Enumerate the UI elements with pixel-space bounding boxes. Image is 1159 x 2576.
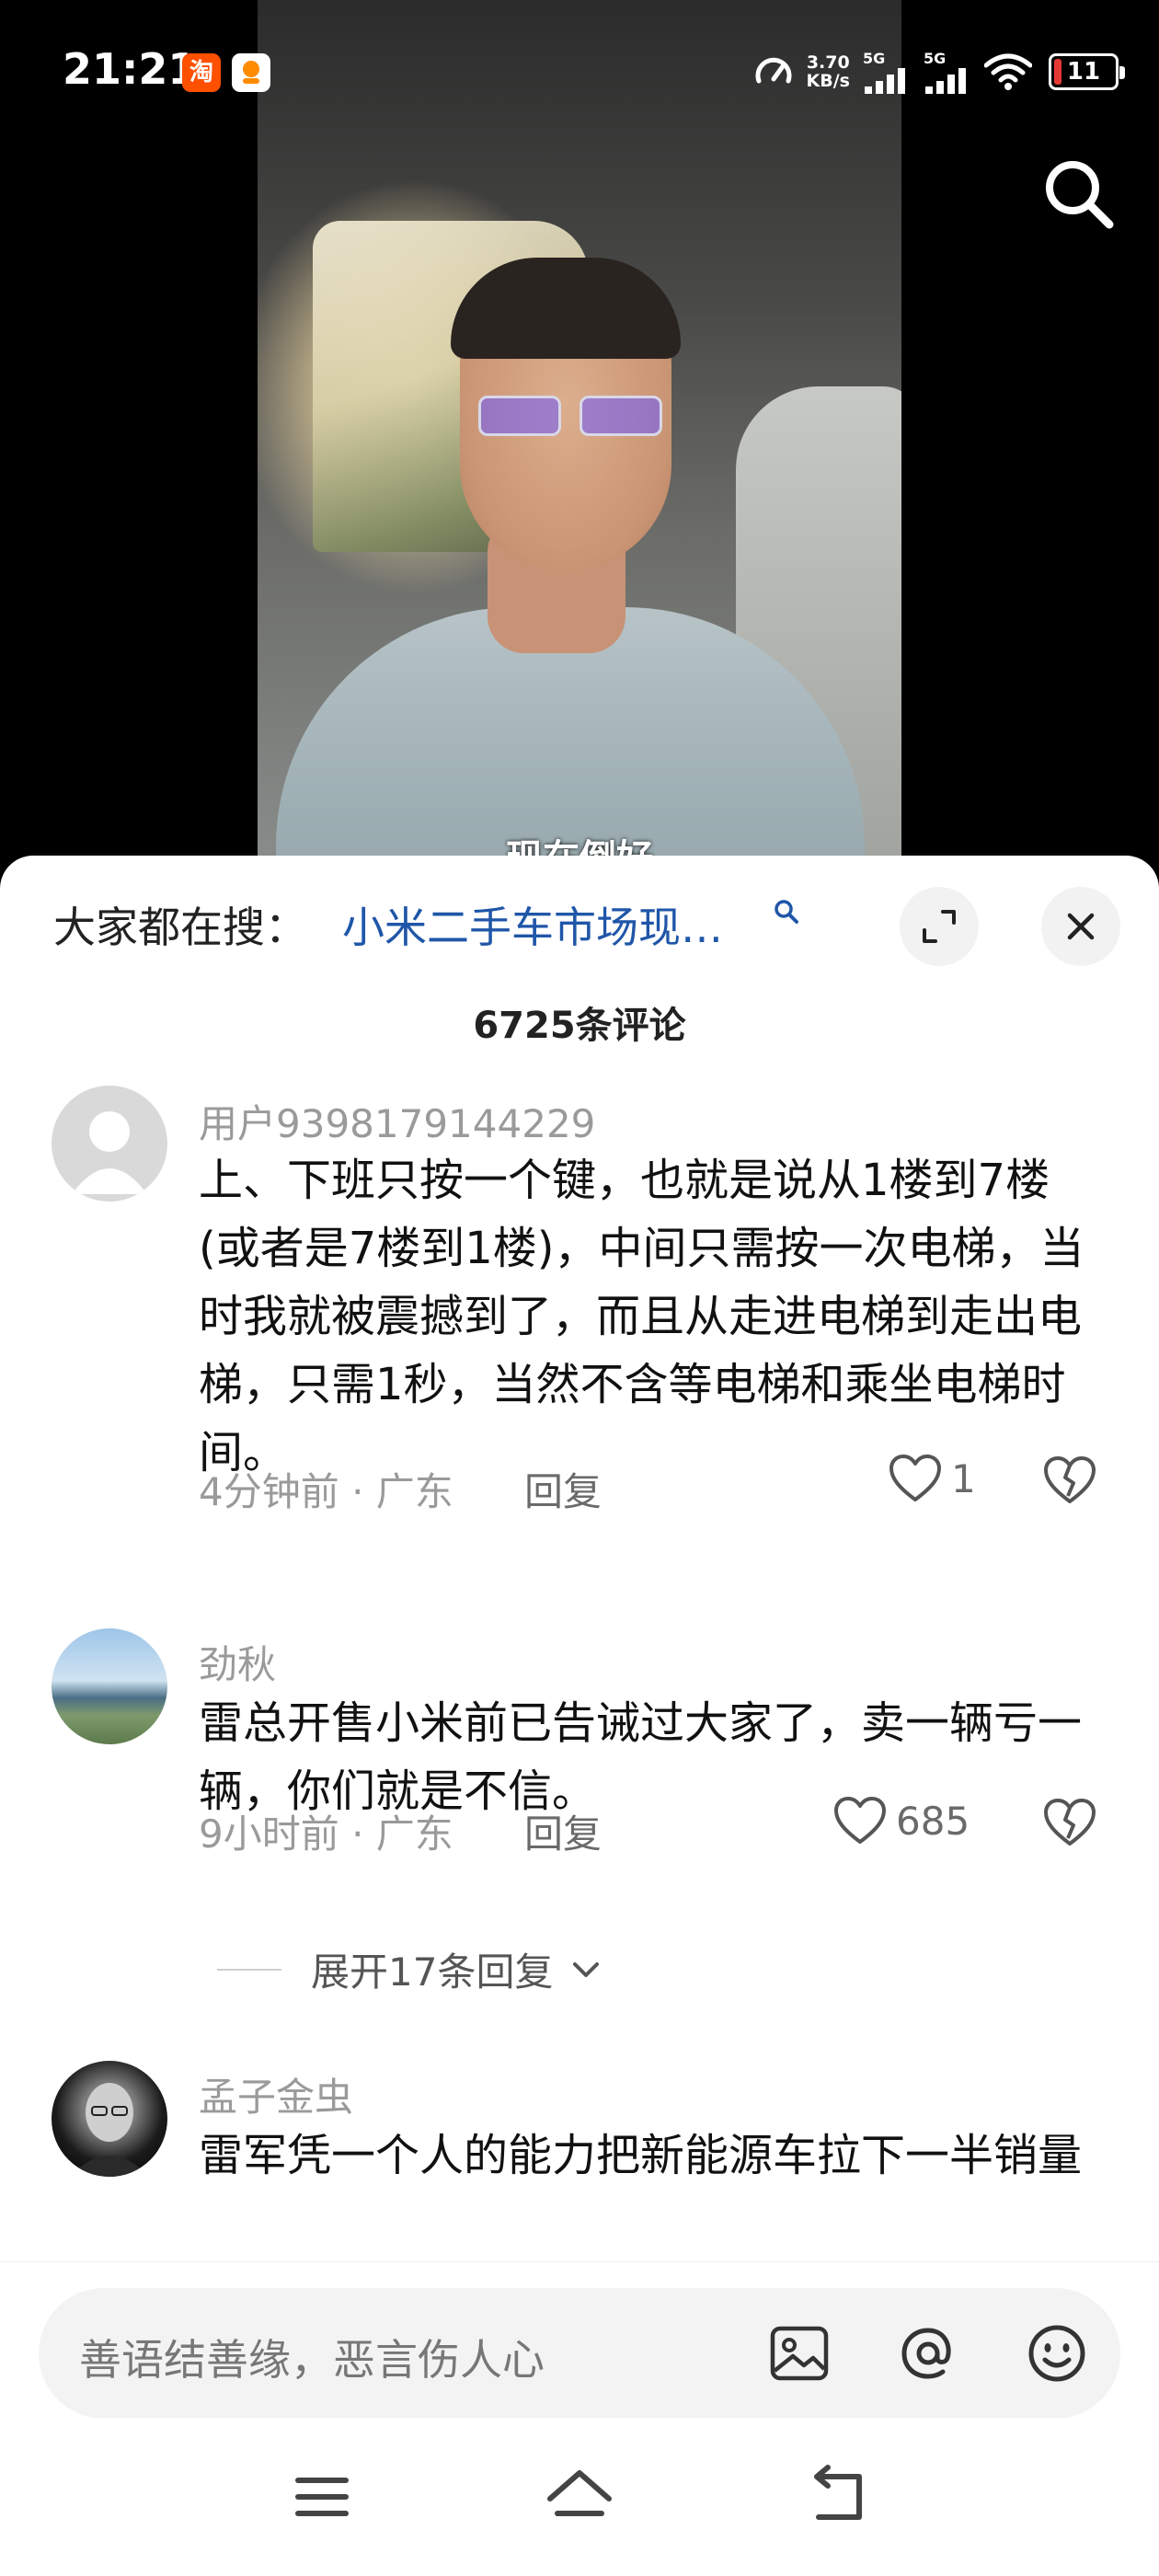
search-icon[interactable] [1039, 155, 1117, 232]
heart-icon [834, 1797, 886, 1844]
comment-count: 6725条评论 [473, 1005, 686, 1047]
trending-search-label: 大家都在搜： [53, 903, 307, 952]
comment-text: 雷军凭一个人的能力把新能源车拉下一半销量 [199, 2130, 1083, 2181]
status-indicators: 3.70 KB/s 5G 5G 11 [753, 46, 1125, 98]
system-navigation-bar [0, 2418, 1159, 2576]
expand-icon [923, 910, 956, 943]
expand-replies-label: 展开17条回复 [311, 1949, 554, 1995]
dislike-icon[interactable] [1043, 1454, 1096, 1507]
close-button[interactable] [1041, 887, 1120, 966]
avatar[interactable] [52, 1628, 167, 1744]
net-speed: 3.70 KB/s [807, 53, 850, 90]
sim1-signal-icon: 5G [863, 50, 911, 94]
comment-input[interactable]: 善语结善缘，恶言伤人心 [39, 2288, 1120, 2419]
dislike-icon[interactable] [1043, 1796, 1096, 1849]
battery-icon: 11 [1049, 53, 1125, 90]
status-bar: 21:21 淘 3.70 KB/s 5G 5G 11 [0, 0, 1159, 138]
comment-input-placeholder: 善语结善缘，恶言伤人心 [79, 2335, 545, 2385]
sim2-label: 5G [924, 50, 947, 67]
expand-sheet-button[interactable] [900, 887, 979, 966]
comment-username[interactable]: 孟子金虫 [199, 2066, 353, 2122]
avatar[interactable] [52, 2061, 167, 2177]
taobao-app-icon: 淘 [182, 53, 221, 92]
like-button[interactable]: 685 [833, 1796, 970, 1846]
comment-input-bar: 善语结善缘，恶言伤人心 [0, 2261, 1159, 2419]
image-icon[interactable] [765, 2319, 833, 2387]
comment-meta: 4分钟前 · 广东 [199, 1469, 453, 1514]
orange-app-icon [232, 53, 270, 92]
reply-button[interactable]: 回复 [524, 1461, 602, 1517]
video-person-glasses [478, 396, 662, 436]
comment-text: 上、下班只按一个键，也就是说从1楼到7楼(或者是7楼到1楼)，中间只需按一次电梯… [199, 1155, 1084, 1478]
expand-replies-button[interactable]: 展开17条回复 [217, 1941, 602, 1997]
avatar[interactable] [52, 1086, 167, 1202]
comment-username[interactable]: 劲秋 [199, 1634, 276, 1690]
heart-icon [889, 1455, 941, 1501]
like-count: 685 [896, 1798, 970, 1844]
sim1-label: 5G [863, 50, 886, 67]
expand-replies-divider [217, 1968, 281, 1971]
menu-icon[interactable] [285, 2460, 359, 2534]
like-count: 1 [951, 1455, 976, 1501]
close-icon [1067, 913, 1095, 940]
comment-meta: 9小时前 · 广东 [199, 1811, 453, 1857]
battery-level: 11 [1066, 58, 1101, 86]
net-speed-value: 3.70 [806, 52, 850, 73]
comment-username[interactable]: 用户9398179144229 [199, 1093, 595, 1149]
like-button[interactable]: 1 [889, 1454, 976, 1503]
emoji-icon[interactable] [1023, 2319, 1091, 2387]
chevron-down-icon [573, 1961, 600, 1977]
wifi-icon [984, 53, 1032, 90]
at-mention-icon[interactable] [894, 2319, 962, 2387]
sim2-signal-icon: 5G [924, 50, 971, 94]
search-icon[interactable] [773, 898, 800, 926]
speedometer-icon [755, 57, 791, 84]
back-icon[interactable] [800, 2460, 874, 2534]
comment-sheet-header: 大家都在搜： 小米二手车市场现… 6725条评论 [0, 856, 1159, 1047]
home-icon[interactable] [543, 2460, 616, 2534]
net-speed-unit: KB/s [806, 71, 850, 91]
trending-search-link[interactable]: 小米二手车市场现… [342, 894, 723, 955]
status-time: 21:21 [63, 44, 198, 94]
comment-item: 用户9398179144229 上、下班只按一个键，也就是说从1楼到7楼(或者是… [0, 1086, 1159, 1518]
comment-item: 劲秋 雷总开售小米前已告诫过大家了，卖一辆亏一辆，你们就是不信。 9小时前 · … [0, 1628, 1159, 1904]
reply-button[interactable]: 回复 [524, 1803, 602, 1859]
